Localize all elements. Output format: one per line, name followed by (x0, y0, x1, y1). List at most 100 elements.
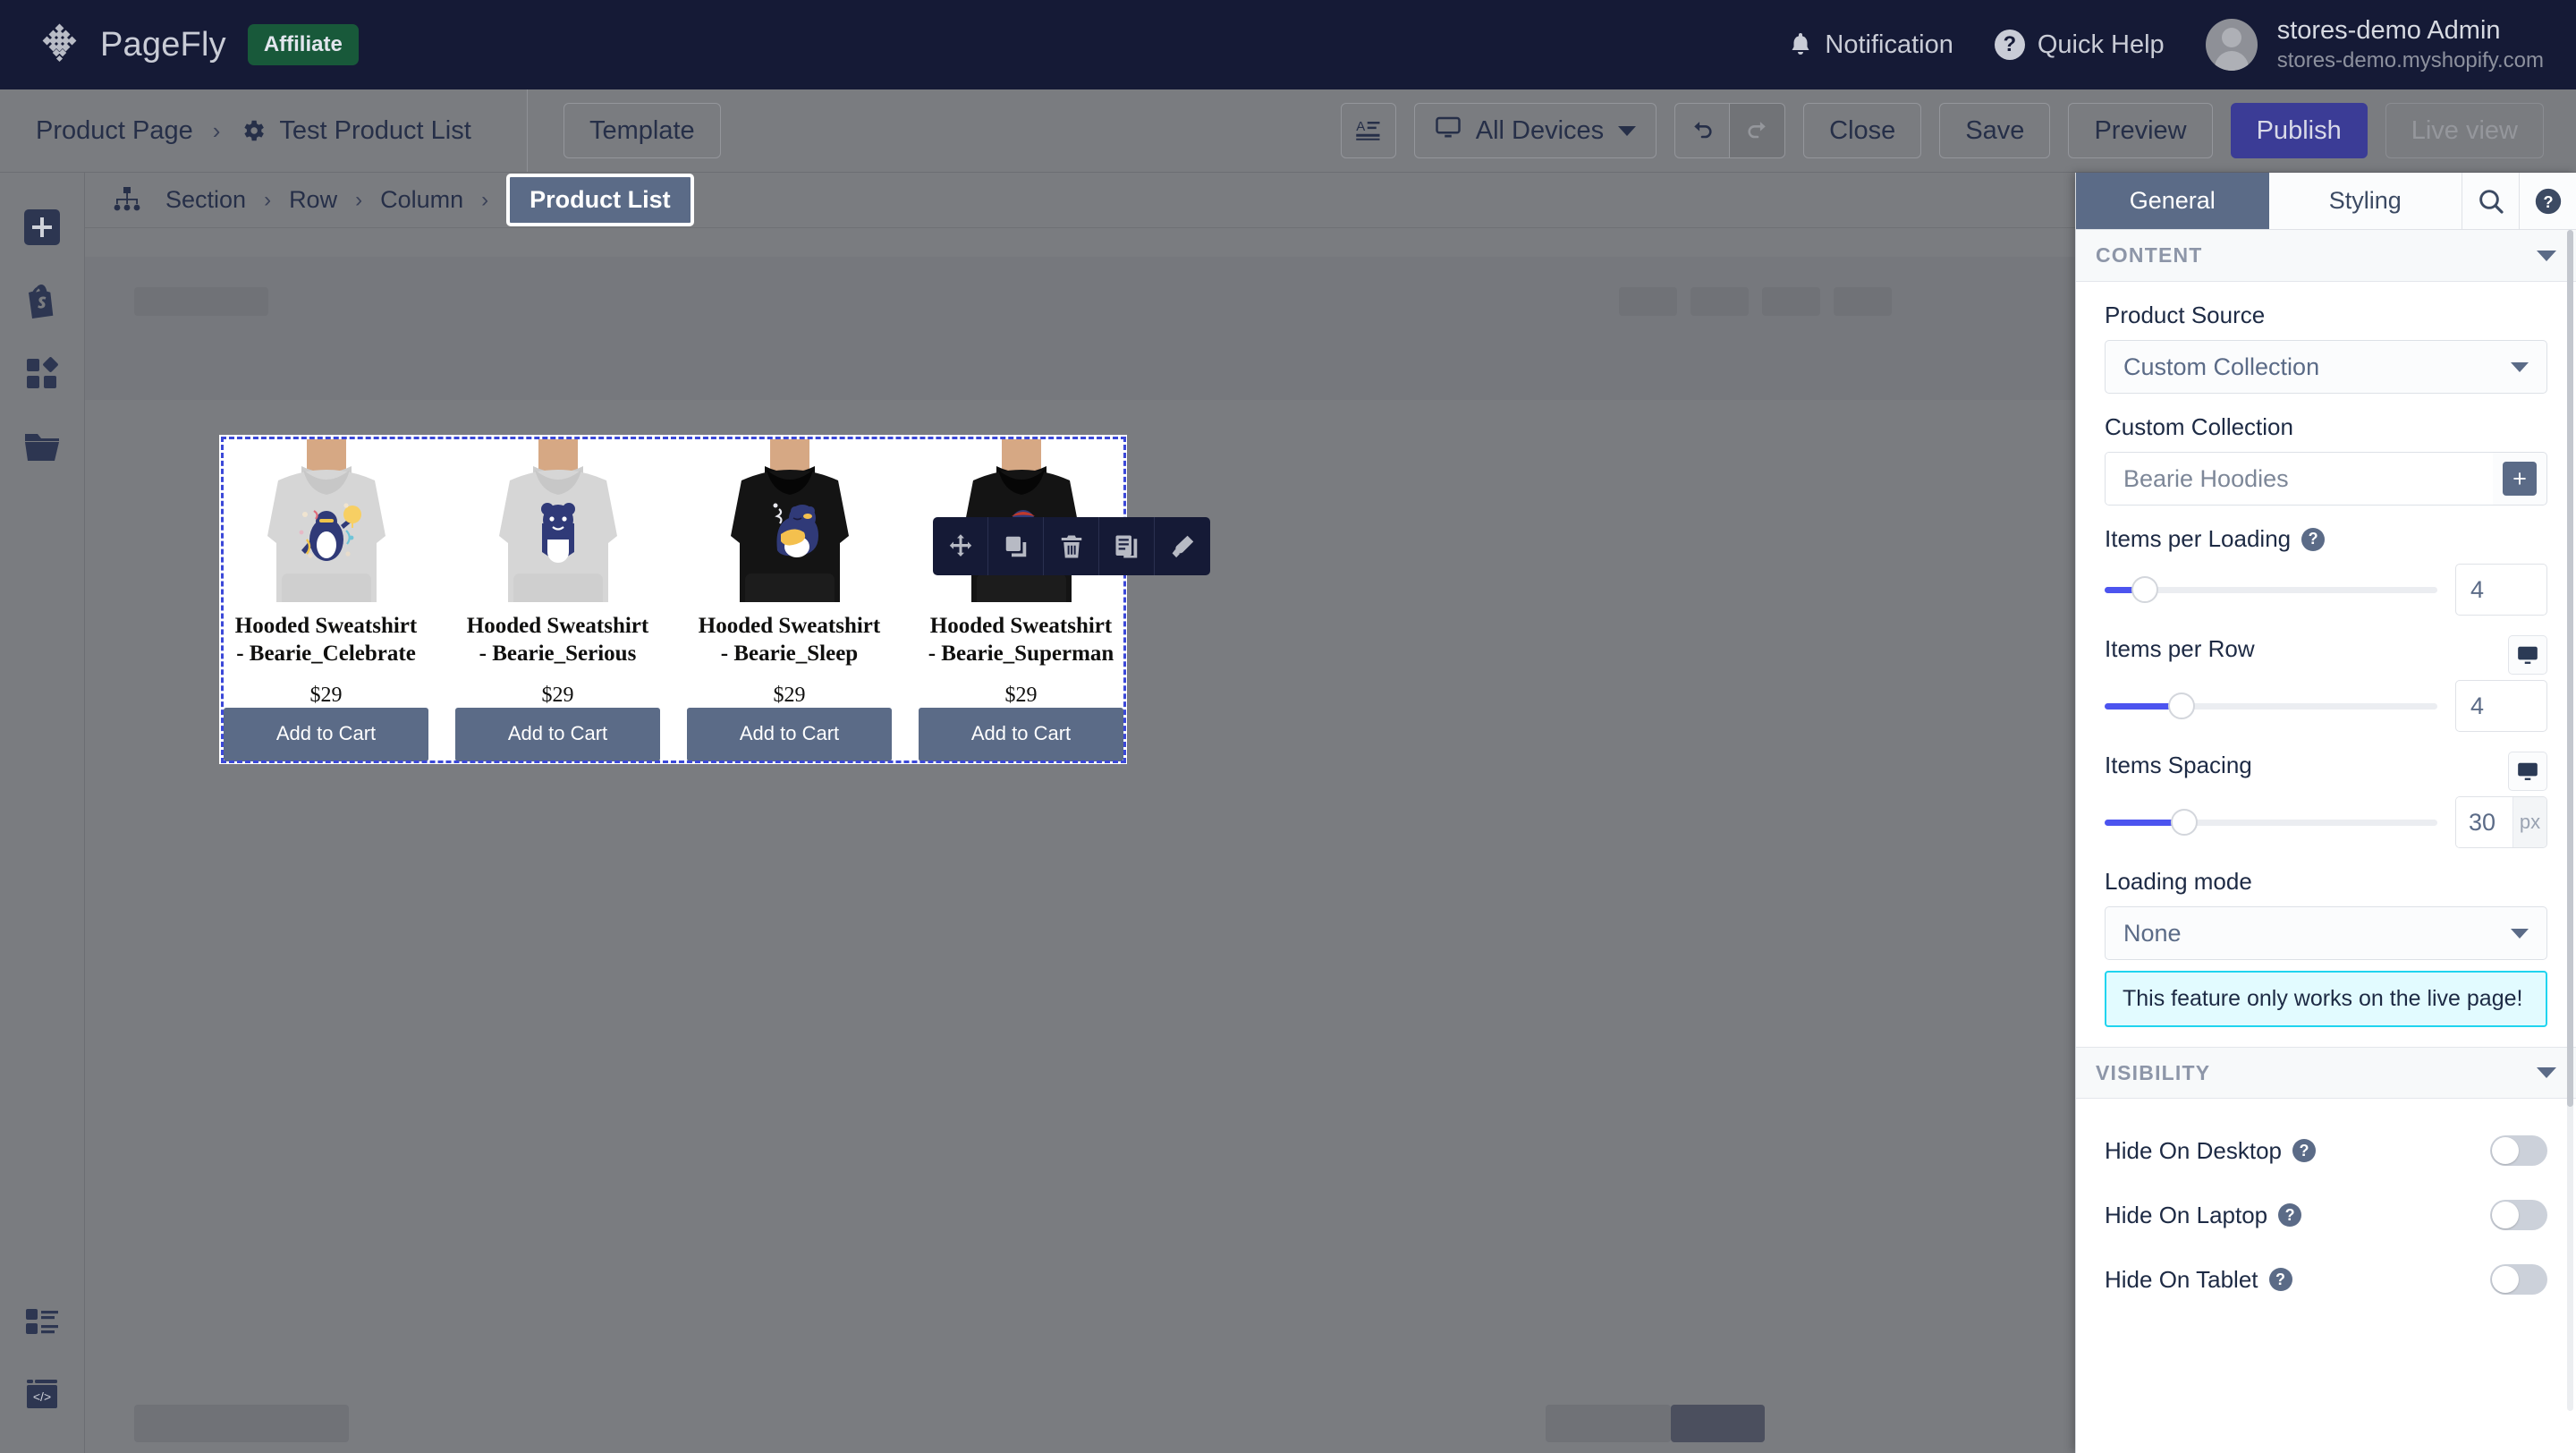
hide-on-desktop-toggle[interactable] (2490, 1135, 2547, 1166)
element-breadcrumb-row[interactable]: Row (289, 186, 337, 214)
template-button[interactable]: Template (564, 103, 721, 158)
product-card[interactable]: Hooded Sweatshirt - Bearie_Serious $29 A… (455, 439, 660, 761)
notification-button[interactable]: Notification (1789, 30, 1953, 60)
add-to-cart-button[interactable]: Add to Cart (455, 708, 660, 761)
hide-on-laptop-row: Hide On Laptop ? (2105, 1183, 2547, 1247)
slider-knob[interactable] (2131, 576, 2158, 603)
content-section-title: CONTENT (2096, 243, 2203, 267)
items-per-loading-controls: 4 (2105, 564, 2547, 616)
svg-text:?: ? (2543, 192, 2553, 211)
app-header: PageFly Affiliate Notification ? Quick H… (0, 0, 2576, 89)
chevron-down-icon (2511, 928, 2529, 939)
product-source-label: Product Source (2105, 302, 2266, 328)
help-icon[interactable]: ? (2519, 173, 2576, 229)
layers-list-icon[interactable] (0, 1285, 85, 1358)
editor-toolbar: Product Page › Test Product List Templat… (0, 89, 2576, 173)
element-breadcrumb-section[interactable]: Section (165, 186, 246, 214)
panel-scrollbar-thumb[interactable] (2567, 230, 2573, 1107)
items-per-row-slider[interactable] (2105, 691, 2437, 721)
items-per-row-input[interactable]: 4 (2455, 680, 2547, 732)
add-to-cart-button[interactable]: Add to Cart (919, 708, 1123, 761)
loading-mode-select[interactable]: None (2105, 906, 2547, 960)
close-button[interactable]: Close (1803, 103, 1922, 158)
product-list[interactable]: Hooded Sweatshirt - Bearie_Celebrate $29… (224, 439, 1123, 761)
duplicate-icon[interactable] (988, 517, 1044, 575)
chevron-down-icon (2537, 250, 2556, 261)
items-per-row-controls: 4 (2105, 680, 2547, 732)
undo-redo-group (1674, 103, 1786, 158)
product-source-value: Custom Collection (2123, 353, 2320, 380)
account-domain: stores-demo.myshopify.com (2276, 48, 2544, 72)
add-element-icon[interactable] (0, 191, 85, 264)
add-to-cart-button[interactable]: Add to Cart (687, 708, 892, 761)
product-card[interactable]: Hooded Sweatshirt - Bearie_Sleep $29 Add… (687, 439, 892, 761)
shopify-icon[interactable] (0, 264, 85, 337)
typography-icon[interactable]: A (1340, 103, 1396, 158)
help-icon[interactable]: ? (2268, 1268, 2292, 1291)
save-template-icon[interactable] (1099, 517, 1155, 575)
custom-code-icon[interactable]: </> (0, 1358, 85, 1432)
hide-on-laptop-toggle[interactable] (2490, 1200, 2547, 1230)
slider-knob[interactable] (2167, 693, 2195, 719)
device-selector[interactable]: All Devices (1413, 103, 1657, 158)
desktop-device-icon[interactable] (2508, 752, 2547, 791)
desktop-device-icon[interactable] (2508, 635, 2547, 675)
breadcrumb-current[interactable]: Test Product List (279, 116, 470, 146)
bell-icon (1789, 31, 1812, 58)
account-block[interactable]: stores-demo Admin stores-demo.myshopify.… (2277, 16, 2544, 73)
elements-icon[interactable] (0, 337, 85, 411)
items-per-loading-input[interactable]: 4 (2455, 564, 2547, 616)
avatar[interactable] (2205, 19, 2258, 71)
help-icon[interactable]: ? (2278, 1203, 2302, 1227)
preview-button[interactable]: Preview (2068, 103, 2213, 158)
style-paint-icon[interactable] (1155, 517, 1210, 575)
items-spacing-controls: 30 px (2105, 796, 2547, 848)
content-section-header[interactable]: CONTENT (2076, 230, 2576, 282)
visibility-section-header[interactable]: VISIBILITY (2076, 1047, 2576, 1099)
slider-knob[interactable] (2171, 809, 2199, 836)
tab-general[interactable]: General (2076, 173, 2269, 229)
visibility-section-body: Hide On Desktop ? Hide On Laptop ? Hide … (2076, 1099, 2576, 1312)
items-spacing-unit: px (2512, 797, 2546, 847)
save-button[interactable]: Save (1939, 103, 2051, 158)
product-card[interactable]: Hooded Sweatshirt - Bearie_Superman $29 … (919, 439, 1123, 761)
layout-tree-icon[interactable] (112, 186, 142, 215)
undo-button[interactable] (1674, 103, 1731, 158)
items-spacing-input[interactable]: 30 (2456, 797, 2512, 847)
content-section-body: Product Source Custom Collection Custom … (2076, 282, 2576, 1027)
add-collection-button[interactable]: + (2493, 453, 2546, 505)
canvas-placeholder-box (1619, 287, 1677, 316)
custom-collection-row: Bearie Hoodies + (2105, 452, 2547, 506)
product-source-select[interactable]: Custom Collection (2105, 340, 2547, 394)
items-spacing-slider[interactable] (2105, 807, 2437, 837)
add-to-cart-button[interactable]: Add to Cart (224, 708, 428, 761)
search-icon[interactable] (2462, 173, 2519, 229)
custom-collection-input[interactable]: Bearie Hoodies (2106, 453, 2493, 505)
pagefly-logo-icon (36, 21, 82, 68)
canvas-placeholder-box (1690, 287, 1749, 316)
move-icon[interactable] (933, 517, 988, 575)
product-card[interactable]: Hooded Sweatshirt - Bearie_Celebrate $29… (224, 439, 428, 761)
redo-button[interactable] (1730, 103, 1786, 158)
custom-collection-label: Custom Collection (2105, 413, 2293, 440)
product-source-field: Product Source Custom Collection (2105, 302, 2547, 394)
product-title: Hooded Sweatshirt - Bearie_Celebrate (234, 614, 418, 666)
help-icon[interactable]: ? (2292, 1139, 2316, 1162)
element-breadcrumb-product-list[interactable]: Product List (506, 174, 694, 226)
items-spacing-input-group: 30 px (2455, 796, 2547, 848)
canvas-scrollbar-thumb[interactable] (1671, 1405, 1765, 1442)
items-per-loading-slider[interactable] (2105, 574, 2437, 605)
tab-styling[interactable]: Styling (2269, 173, 2462, 229)
hide-on-tablet-toggle[interactable] (2490, 1264, 2547, 1295)
breadcrumb-page[interactable]: Product Page (36, 116, 193, 146)
help-icon[interactable]: ? (2301, 527, 2326, 551)
gear-icon[interactable] (240, 117, 267, 144)
element-breadcrumb-column[interactable]: Column (380, 186, 463, 214)
delete-icon[interactable] (1044, 517, 1099, 575)
library-folder-icon[interactable] (0, 411, 85, 484)
toolbar-actions: A All Devices Close Save Preview Publish… (1340, 103, 2544, 158)
quick-help-button[interactable]: ? Quick Help (1994, 30, 2165, 60)
loading-mode-label: Loading mode (2105, 868, 2252, 895)
publish-button[interactable]: Publish (2230, 103, 2368, 158)
brand-block: PageFly Affiliate (36, 21, 359, 68)
